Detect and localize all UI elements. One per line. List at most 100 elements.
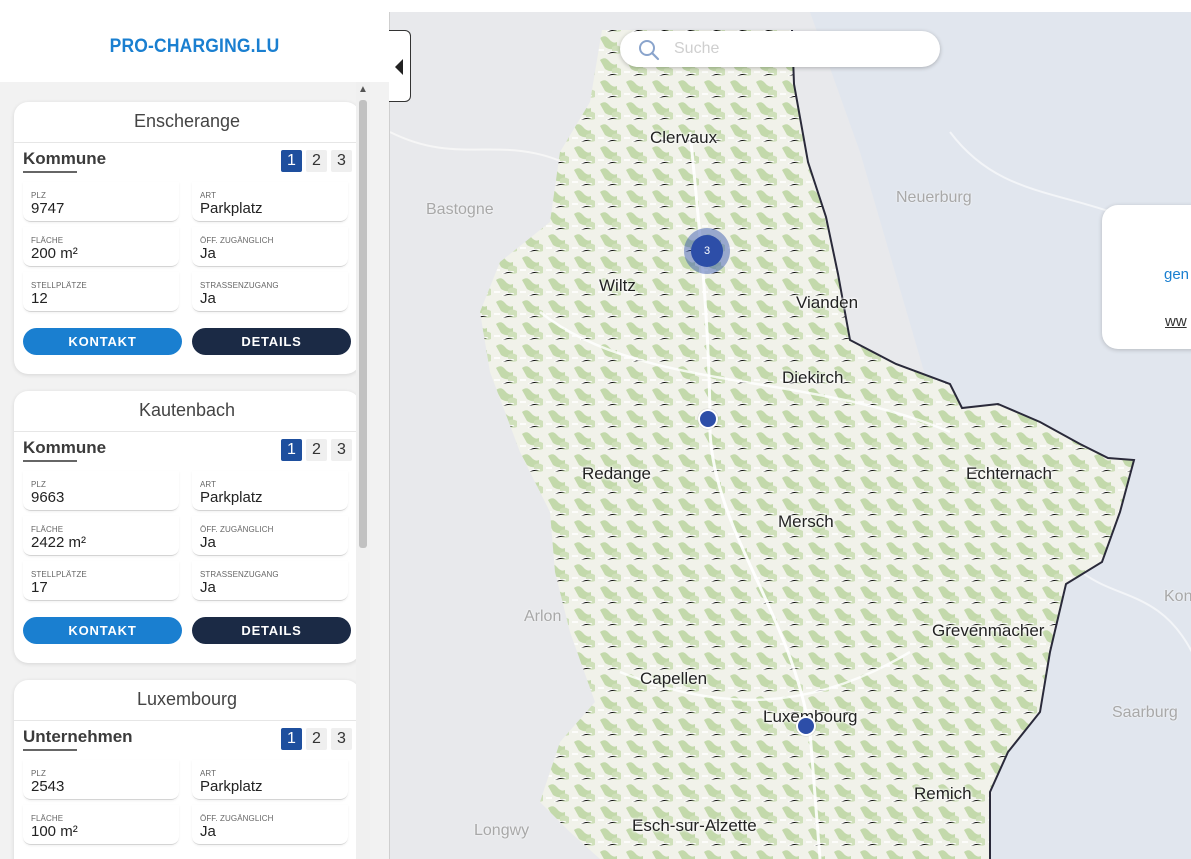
field-value: Ja	[200, 823, 216, 840]
details-button[interactable]: DETAILS	[192, 328, 351, 355]
page-button-2[interactable]: 2	[306, 439, 327, 461]
field-label: ART	[200, 480, 217, 489]
map-label-konz: Konz	[1164, 588, 1191, 605]
map-marker[interactable]	[796, 716, 816, 736]
field-strassenzugang: STRASSENZUGANG Ja	[192, 561, 348, 601]
listing-card: Luxembourg Unternehmen 1 2 3 PLZ 2543 AR…	[14, 680, 360, 859]
field-value: 2422 m²	[31, 534, 87, 551]
card-type: Kommune	[23, 438, 107, 457]
card-type: Kommune	[23, 149, 107, 168]
map-label-redange: Redange	[582, 464, 652, 483]
field-value: Ja	[200, 290, 216, 307]
field-art: ART Parkplatz	[192, 760, 348, 800]
field-label: ÖFF. ZUGÄNGLICH	[200, 236, 274, 245]
field-value: 9747	[31, 200, 65, 217]
map-label-diekirch: Diekirch	[782, 368, 844, 387]
field-plz: PLZ 2543	[23, 760, 179, 800]
field-value: Parkplatz	[200, 200, 263, 217]
field-label: STRASSENZUGANG	[200, 570, 279, 579]
kontakt-button[interactable]: KONTAKT	[23, 617, 182, 644]
field-label: FLÄCHE	[31, 525, 64, 534]
field-value: 2543	[31, 778, 65, 795]
map-label-esch-sur-alzette: Esch-sur-Alzette	[632, 816, 757, 835]
field-oeff-zugaenglich: ÖFF. ZUGÄNGLICH Ja	[192, 516, 348, 556]
map-label-wiltz: Wiltz	[599, 276, 636, 295]
field-flaeche: FLÄCHE 200 m²	[23, 227, 179, 267]
page-button-3[interactable]: 3	[331, 728, 352, 750]
listing-card: Kautenbach Kommune 1 2 3 PLZ 9663 ART Pa…	[14, 391, 360, 663]
map-label-vianden: Vianden	[796, 293, 859, 312]
map-label-arlon: Arlon	[524, 608, 562, 625]
map-label-clervaux: Clervaux	[650, 128, 718, 147]
listing-scroll-area[interactable]: Enscherange Kommune 1 2 3 PLZ 9747 ART P…	[0, 82, 389, 859]
field-value: 200 m²	[31, 245, 78, 262]
field-label: STRASSENZUGANG	[200, 281, 279, 290]
search-input[interactable]	[674, 37, 924, 61]
scrollbar[interactable]: ▲	[356, 82, 370, 859]
card-title: Enscherange	[133, 111, 241, 131]
field-label: ÖFF. ZUGÄNGLICH	[200, 814, 274, 823]
field-art: ART Parkplatz	[192, 471, 348, 511]
page-button-2[interactable]: 2	[306, 150, 327, 172]
map-label-longwy: Longwy	[474, 822, 530, 839]
field-value: 12	[31, 290, 48, 307]
field-flaeche: FLÄCHE 100 m²	[23, 805, 179, 845]
map[interactable]: Clervaux Bastogne Neuerburg Wiltz Viande…	[389, 12, 1191, 859]
card-title: Kautenbach	[138, 400, 236, 420]
popup-link-text[interactable]: gen	[1164, 266, 1189, 283]
details-button[interactable]: DETAILS	[192, 617, 351, 644]
scroll-up-arrow-icon[interactable]: ▲	[356, 82, 370, 98]
field-stellplaetze: STELLPLÄTZE 17	[23, 561, 179, 601]
map-label-neuerburg: Neuerburg	[896, 189, 972, 206]
page-button-3[interactable]: 3	[331, 439, 352, 461]
field-label: STELLPLÄTZE	[31, 281, 87, 290]
card-type-underline	[23, 460, 77, 462]
field-label: PLZ	[31, 191, 46, 200]
map-cluster-marker[interactable]: 3	[684, 228, 730, 274]
card-type-underline	[23, 171, 77, 173]
field-plz: PLZ 9747	[23, 182, 179, 222]
cluster-count: 3	[691, 235, 723, 267]
map-label-saarburg: Saarburg	[1112, 704, 1178, 721]
card-pager: 1 2 3	[281, 150, 352, 172]
sidebar: PRO-CHARGING.LU Enscherange Kommune 1 2 …	[0, 0, 389, 859]
field-label: ART	[200, 769, 217, 778]
map-search-box[interactable]	[620, 31, 940, 67]
card-type-underline	[23, 749, 77, 751]
page-button-3[interactable]: 3	[331, 150, 352, 172]
map-label-mersch: Mersch	[778, 512, 834, 531]
map-label-echternach: Echternach	[966, 464, 1052, 483]
page-button-1[interactable]: 1	[281, 150, 302, 172]
field-value: 9663	[31, 489, 65, 506]
card-divider	[14, 720, 360, 721]
popup-website-link[interactable]: ww	[1165, 313, 1187, 330]
kontakt-button[interactable]: KONTAKT	[23, 328, 182, 355]
brand-title[interactable]: PRO-CHARGING.LU	[16, 36, 374, 58]
map-info-popup: gen ww	[1102, 205, 1191, 349]
scrollbar-thumb[interactable]	[359, 100, 367, 548]
map-label-grevenmacher: Grevenmacher	[932, 621, 1045, 640]
listing-card: Enscherange Kommune 1 2 3 PLZ 9747 ART P…	[14, 102, 360, 374]
field-label: FLÄCHE	[31, 236, 64, 245]
field-label: FLÄCHE	[31, 814, 64, 823]
field-value: 100 m²	[31, 823, 78, 840]
map-marker[interactable]	[698, 409, 718, 429]
field-value: Parkplatz	[200, 489, 263, 506]
card-title: Luxembourg	[136, 689, 238, 709]
collapse-sidebar-button[interactable]	[389, 30, 411, 102]
map-background	[390, 12, 1191, 859]
field-label: PLZ	[31, 480, 46, 489]
field-stellplaetze: STELLPLÄTZE 12	[23, 272, 179, 312]
field-value: Ja	[200, 579, 216, 596]
card-pager: 1 2 3	[281, 728, 352, 750]
field-value: 17	[31, 579, 48, 596]
collapse-left-triangle-icon	[395, 59, 403, 75]
page-button-2[interactable]: 2	[306, 728, 327, 750]
map-label-bastogne: Bastogne	[426, 201, 494, 218]
page-button-1[interactable]: 1	[281, 728, 302, 750]
field-oeff-zugaenglich: ÖFF. ZUGÄNGLICH Ja	[192, 227, 348, 267]
map-label-remich: Remich	[914, 784, 972, 803]
page-button-1[interactable]: 1	[281, 439, 302, 461]
map-label-capellen: Capellen	[640, 669, 708, 688]
card-divider	[14, 431, 360, 432]
